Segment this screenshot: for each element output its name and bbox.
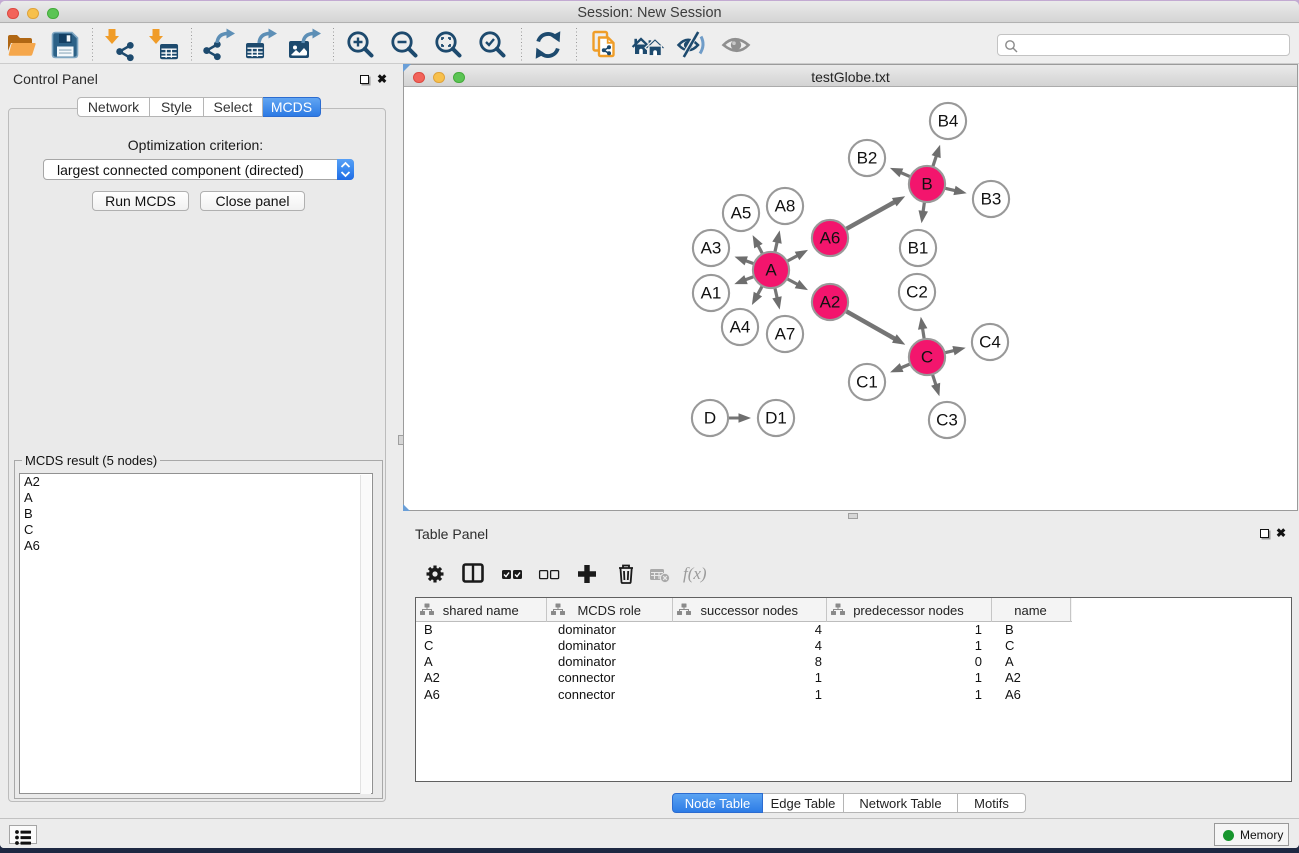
svg-text:B4: B4 — [938, 112, 959, 131]
svg-text:A7: A7 — [775, 325, 796, 344]
svg-text:A: A — [765, 261, 777, 280]
svg-text:A4: A4 — [730, 318, 751, 337]
svg-text:C1: C1 — [856, 373, 878, 392]
svg-text:A8: A8 — [775, 197, 796, 216]
svg-text:B3: B3 — [981, 190, 1002, 209]
svg-text:A5: A5 — [731, 204, 752, 223]
svg-text:C: C — [921, 348, 933, 367]
svg-text:A6: A6 — [820, 229, 841, 248]
svg-text:C2: C2 — [906, 283, 928, 302]
svg-text:B1: B1 — [908, 239, 929, 258]
svg-text:f(x): f(x) — [683, 564, 707, 583]
svg-text:A1: A1 — [701, 284, 722, 303]
svg-text:C3: C3 — [936, 411, 958, 430]
svg-text:A3: A3 — [701, 239, 722, 258]
svg-text:D: D — [704, 409, 716, 428]
svg-text:C4: C4 — [979, 333, 1001, 352]
svg-text:B: B — [921, 175, 932, 194]
svg-text:D1: D1 — [765, 409, 787, 428]
svg-text:B2: B2 — [857, 149, 878, 168]
svg-text:A2: A2 — [820, 293, 841, 312]
